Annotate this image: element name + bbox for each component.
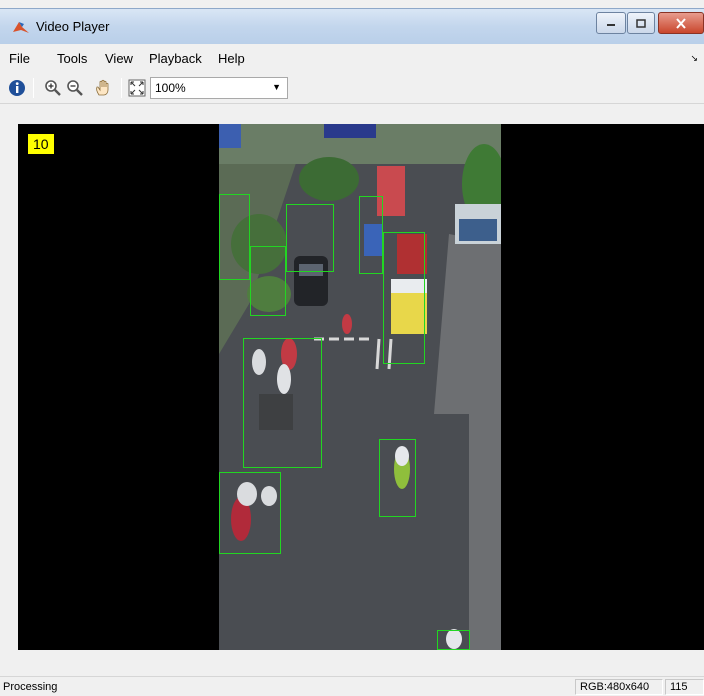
close-icon — [676, 17, 686, 29]
title-bar: Video Player — [0, 8, 704, 44]
maximize-icon — [636, 18, 646, 28]
info-icon[interactable] — [8, 79, 26, 97]
detection-box — [243, 338, 322, 468]
zoom-out-icon[interactable] — [66, 79, 84, 97]
detection-box — [359, 196, 383, 274]
zoom-level-value: 100% — [155, 81, 186, 95]
pan-hand-icon[interactable] — [94, 79, 112, 97]
matlab-logo-icon — [13, 22, 29, 33]
zoom-level-dropdown[interactable]: 100% ▼ — [150, 77, 288, 99]
fit-to-window-icon[interactable] — [128, 79, 146, 97]
detection-box — [437, 630, 470, 650]
frame-counter: 10 — [28, 134, 54, 154]
menu-help[interactable]: Help — [218, 51, 245, 66]
detection-box — [219, 194, 250, 280]
video-player-window: Video Player File Tools View Playback He… — [0, 0, 704, 696]
minimize-button[interactable] — [596, 12, 626, 34]
toolbar-separator — [121, 78, 122, 98]
detection-box — [250, 246, 286, 316]
zoom-in-icon[interactable] — [44, 79, 62, 97]
status-message: Processing — [3, 681, 58, 693]
detection-box — [219, 472, 281, 554]
status-frame: 115 — [665, 679, 704, 695]
window-title: Video Player — [36, 19, 110, 34]
menu-view[interactable]: View — [105, 51, 133, 66]
menu-playback[interactable]: Playback — [149, 51, 202, 66]
close-button[interactable] — [658, 12, 704, 34]
detection-box — [383, 232, 425, 364]
video-display: 10 — [18, 124, 704, 650]
detection-box — [379, 439, 416, 517]
status-bar: Processing RGB:480x640 115 — [0, 676, 704, 696]
menu-file[interactable]: File — [9, 51, 30, 66]
dock-arrow-icon[interactable]: ↘ — [690, 53, 698, 64]
detection-box — [286, 204, 334, 272]
dropdown-arrow-icon: ▼ — [272, 82, 281, 92]
minimize-icon — [607, 24, 615, 26]
menu-bar: File Tools View Playback Help ↘ — [0, 47, 704, 71]
menu-tools[interactable]: Tools — [57, 51, 87, 66]
toolbar-separator — [33, 78, 34, 98]
toolbar: 100% ▼ — [0, 72, 704, 104]
video-frame — [219, 124, 501, 650]
status-format: RGB:480x640 — [575, 679, 663, 695]
maximize-button[interactable] — [627, 12, 655, 34]
